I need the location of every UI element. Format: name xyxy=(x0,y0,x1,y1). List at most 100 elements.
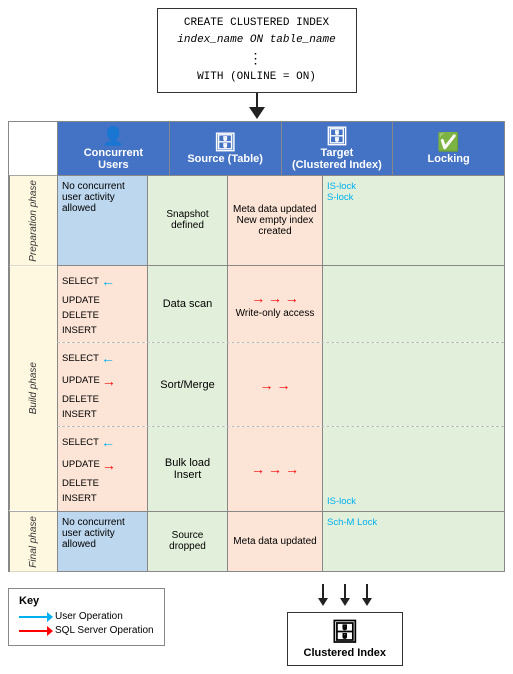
rarrow-3c: → xyxy=(285,461,299,477)
header-source: 🗄 Source (Table) xyxy=(169,122,281,175)
prep-source: Snapshot defined xyxy=(147,176,227,266)
bottom-area: Key User Operation SQL Server Operation xyxy=(8,578,505,666)
prep-s-lock: S-lock xyxy=(327,192,500,203)
lock-icon: ✅ xyxy=(437,132,459,153)
build-sub2-locking xyxy=(322,343,504,426)
crud-insert-2: INSERT xyxy=(62,407,143,422)
crud-update-2: UPDATE → xyxy=(62,370,143,392)
build-sub1-concurrent: SELECT ← UPDATE DELETE INSERT xyxy=(57,266,147,342)
final-lock-text: Sch-M Lock xyxy=(327,517,377,528)
rarrow-line-2: → → xyxy=(259,377,290,393)
rarrow-update-3: → xyxy=(102,454,116,476)
bottom-flow: 🗄 Clustered Index xyxy=(185,582,505,666)
arrow-down-top xyxy=(249,107,265,119)
target-icon: 🗄 xyxy=(325,126,348,147)
build-sub1-source: Data scan xyxy=(147,266,227,342)
header-target: 🗄 Target (Clustered Index) xyxy=(281,122,393,175)
crud-ops-1: SELECT ← UPDATE DELETE INSERT xyxy=(62,270,143,338)
build-sub1-target: → → → Write-only access xyxy=(227,266,322,342)
build-phase-label: Build phase xyxy=(9,266,57,510)
crud-select-3: SELECT ← xyxy=(62,431,143,453)
arrow-line-top xyxy=(256,93,258,107)
build-sub1-source-text: Data scan xyxy=(163,298,213,310)
final-source: Source dropped xyxy=(147,512,227,572)
prep-target-text2: New empty index created xyxy=(233,215,317,237)
build-phase-row: Build phase SELECT ← UPDATE DELETE xyxy=(9,266,504,511)
rarrow-update-2: → xyxy=(102,370,116,392)
line3 xyxy=(366,584,368,598)
final-concurrent: No concurrent user activity allowed xyxy=(57,512,147,572)
final-locking: Sch-M Lock xyxy=(322,512,504,572)
sql-command-box: CREATE CLUSTERED INDEX index_name ON tab… xyxy=(157,8,357,93)
sql-line2: index_name ON table_name xyxy=(168,32,346,49)
header-locking-label: Locking xyxy=(428,153,470,165)
prep-phase-row: Preparation phase No concurrent user act… xyxy=(9,176,504,267)
delete-label-2: DELETE xyxy=(62,392,99,407)
update-label-3: UPDATE xyxy=(62,457,100,472)
final-target-text: Meta data updated xyxy=(233,536,316,547)
three-arrows xyxy=(318,584,372,606)
header-locking: ✅ Locking xyxy=(392,122,504,175)
select-label-3: SELECT xyxy=(62,435,99,450)
prep-concurrent: No concurrent user activity allowed xyxy=(57,176,147,266)
build-sub2-concurrent: SELECT ← UPDATE → DELETE INSERT xyxy=(57,343,147,426)
crud-update-1: UPDATE xyxy=(62,293,143,308)
select-label-2: SELECT xyxy=(62,351,99,366)
build-sub3-concurrent: SELECT ← UPDATE → DELETE INSERT xyxy=(57,427,147,510)
crud-insert-3: INSERT xyxy=(62,491,143,506)
insert-label-2: INSERT xyxy=(62,407,97,422)
prep-phase-label: Preparation phase xyxy=(9,176,57,266)
key-title: Key xyxy=(19,595,154,607)
phase-label-spacer xyxy=(9,122,57,175)
select-label-1: SELECT xyxy=(62,274,99,289)
prep-concurrent-text: No concurrent user activity allowed xyxy=(62,181,125,214)
user-icon: 👤 xyxy=(102,126,124,147)
header-concurrent: 👤 Concurrent Users xyxy=(57,122,169,175)
delete-label-1: DELETE xyxy=(62,308,99,323)
clustered-index-box: 🗄 Clustered Index xyxy=(287,612,404,666)
larrow-select-1: ← xyxy=(101,270,115,292)
build-sub2-source: Sort/Merge xyxy=(147,343,227,426)
build-sub1-target-text: Write-only access xyxy=(236,308,315,319)
final-concurrent-text: No concurrent user activity allowed xyxy=(62,517,125,550)
crud-select-1: SELECT ← xyxy=(62,270,143,292)
prep-source-text: Snapshot defined xyxy=(152,209,223,231)
clustered-label: Clustered Index xyxy=(304,647,387,659)
line1 xyxy=(322,584,324,598)
arr3 xyxy=(362,584,372,606)
crud-select-2: SELECT ← xyxy=(62,347,143,369)
build-sub3-source-text: Bulk loadInsert xyxy=(165,457,210,481)
crud-delete-2: DELETE xyxy=(62,392,143,407)
arrow3 xyxy=(362,598,372,606)
crud-ops-2: SELECT ← UPDATE → DELETE INSERT xyxy=(62,347,143,422)
build-content: SELECT ← UPDATE DELETE INSERT xyxy=(57,266,504,510)
sql-line3: WITH (ONLINE = ON) xyxy=(168,69,346,86)
rarrow-line-3: → → → xyxy=(251,461,299,477)
db-icon: 🗄 xyxy=(331,619,359,645)
sql-dots: ⋮ xyxy=(168,48,346,69)
sql-line1: CREATE CLUSTERED INDEX xyxy=(168,15,346,32)
build-sub3-source: Bulk loadInsert xyxy=(147,427,227,510)
sql-op-label: SQL Server Operation xyxy=(55,625,154,636)
arrow2 xyxy=(340,598,350,606)
rarrow-2a: → xyxy=(259,377,273,393)
prep-locking: IS-lock S-lock xyxy=(322,176,504,266)
final-target: Meta data updated xyxy=(227,512,322,572)
header-row: 👤 Concurrent Users 🗄 Source (Table) 🗄 Ta… xyxy=(9,122,504,176)
line2 xyxy=(344,584,346,598)
final-label-text: Final phase xyxy=(28,516,39,568)
rarrow-1a: → xyxy=(251,290,265,306)
insert-label-3: INSERT xyxy=(62,491,97,506)
table-icon: 🗄 xyxy=(214,132,237,153)
crud-delete-3: DELETE xyxy=(62,476,143,491)
crud-update-3: UPDATE → xyxy=(62,454,143,476)
crud-delete-1: DELETE xyxy=(62,308,143,323)
key-sql-op: SQL Server Operation xyxy=(19,625,154,636)
rarrow-3a: → xyxy=(251,461,265,477)
rarrow-1b: → xyxy=(268,290,282,306)
larrow-select-3: ← xyxy=(101,431,115,453)
final-phase-row: Final phase No concurrent user activity … xyxy=(9,512,504,572)
rarrow-1c: → xyxy=(285,290,299,306)
main-diagram: 👤 Concurrent Users 🗄 Source (Table) 🗄 Ta… xyxy=(8,121,505,573)
build-sub2-source-text: Sort/Merge xyxy=(160,379,214,391)
